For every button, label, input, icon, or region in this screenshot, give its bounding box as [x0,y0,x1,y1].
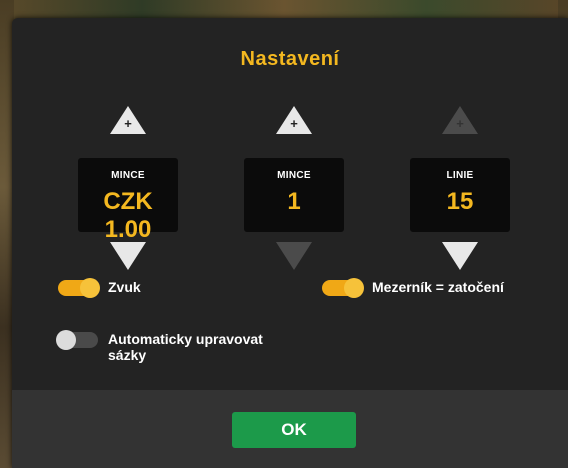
coin-value-increase-button[interactable]: + [110,106,146,134]
coin-value-display: MINCE CZK 1.00 [78,158,178,243]
coin-count-text: 1 [287,188,301,215]
spacebar-spin-toggle-label: Mezerník = zatočení [372,279,504,295]
coin-count-increase-button[interactable]: + [276,106,312,134]
auto-adjust-bets-label-line1: Automaticky upravovat [108,331,263,347]
lines-decrease-button[interactable] [442,242,478,270]
auto-adjust-bets-label: Automaticky upravovat sázky [108,331,263,363]
plus-icon: + [290,116,298,131]
lines-display: LINIE 15 [410,158,510,232]
auto-adjust-bets-toggle[interactable] [56,330,98,350]
coin-count-spinner: + MINCE 1 [234,94,354,274]
lines-text: 15 [446,188,474,215]
coin-value-label: MINCE [111,170,145,181]
sound-toggle-label: Zvuk [108,279,141,295]
coin-count-display: MINCE 1 [244,158,344,232]
sound-toggle[interactable] [58,278,100,298]
plus-icon: + [124,116,132,131]
toggle-knob [344,278,364,298]
coin-value-text: CZK 1.00 [103,188,153,243]
plus-icon: + [456,116,464,131]
spacebar-spin-toggle[interactable] [322,278,364,298]
ok-button[interactable]: OK [232,412,356,448]
dialog-title: Nastavení [240,48,340,70]
coin-value-decrease-button[interactable] [110,242,146,270]
lines-label: LINIE [446,170,474,181]
coin-value-spinner: + MINCE CZK 1.00 [68,94,188,274]
coin-count-decrease-button[interactable] [276,242,312,270]
toggle-knob [56,330,76,350]
lines-spinner: + LINIE 15 [400,94,520,274]
dialog-footer: OK [12,390,568,468]
settings-dialog: Nastavení + MINCE CZK 1.00 + MINCE 1 + L… [12,18,568,468]
auto-adjust-bets-label-line2: sázky [108,347,147,363]
lines-increase-button[interactable]: + [442,106,478,134]
coin-count-label: MINCE [277,170,311,181]
toggle-knob [80,278,100,298]
